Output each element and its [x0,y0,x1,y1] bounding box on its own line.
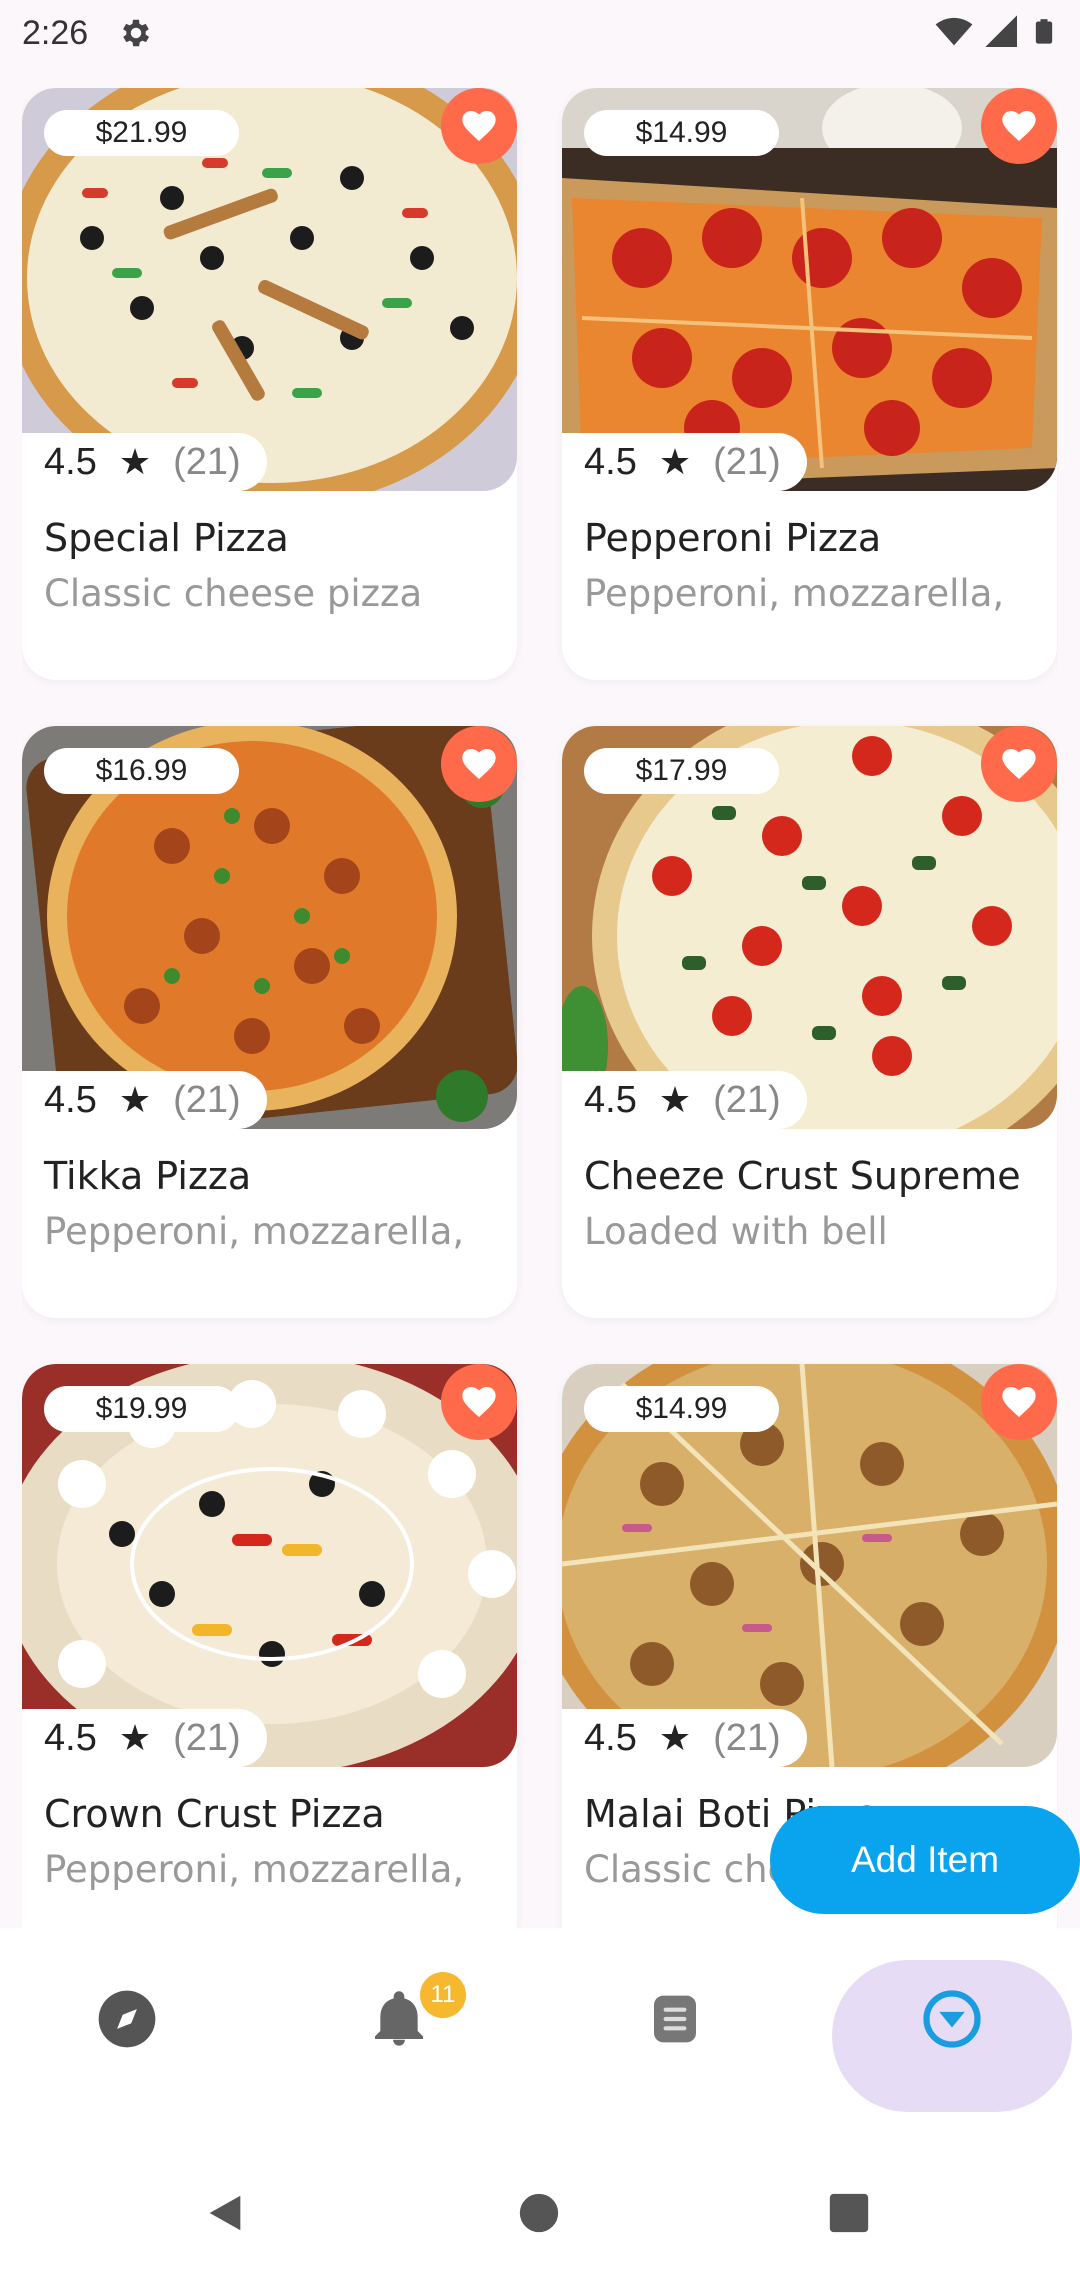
product-description: Classic cheese pizza [44,572,423,615]
back-icon[interactable] [202,2190,248,2236]
system-navigation-bar [0,2150,1080,2280]
product-description: Loaded with bell [584,1210,888,1253]
rating-badge: 4.5 ★ (21) [562,1709,807,1767]
rating-value: 4.5 [44,1078,97,1121]
product-name: Tikka Pizza [44,1154,252,1198]
product-grid: $21.99 4.5 ★ (21) Special Pizza Classic … [22,88,1058,1928]
product-name: Special Pizza [44,516,289,560]
product-description: Pepperoni, mozzarella, [44,1210,465,1253]
add-item-button[interactable]: Add Item [770,1806,1080,1914]
product-card[interactable]: $17.99 4.5 ★ (21) Cheeze Crust Supreme L… [562,726,1057,1318]
price-badge: $21.99 [44,110,239,156]
price-badge: $14.99 [584,1386,779,1432]
nav-menu[interactable] [877,1964,1027,2074]
home-icon[interactable] [516,2190,562,2236]
heart-icon [462,749,496,779]
rating-badge: 4.5 ★ (21) [22,1709,267,1767]
review-count: (21) [713,440,781,483]
rating-badge: 4.5 ★ (21) [22,433,267,491]
recents-icon[interactable] [826,2190,872,2236]
status-time: 2:26 [22,13,89,52]
list-icon [654,1995,696,2043]
status-icons [934,12,1058,52]
star-icon: ★ [118,1717,152,1758]
heart-icon [1002,749,1036,779]
favorite-button[interactable] [981,88,1057,164]
favorite-button[interactable] [981,1364,1057,1440]
price-badge: $14.99 [584,110,779,156]
star-icon: ★ [658,1079,692,1120]
rating-badge: 4.5 ★ (21) [22,1071,267,1129]
review-count: (21) [713,1716,781,1759]
heart-icon [462,111,496,141]
product-description: Pepperoni, mozzarella, [44,1848,465,1891]
review-count: (21) [173,1716,241,1759]
product-name: Crown Crust Pizza [44,1792,385,1836]
price-badge: $17.99 [584,748,779,794]
product-card[interactable]: $21.99 4.5 ★ (21) Special Pizza Classic … [22,88,517,680]
bottom-navigation: 11 [0,1928,1080,2150]
rating-value: 4.5 [584,440,637,483]
product-card[interactable]: $16.99 4.5 ★ (21) Tikka Pizza Pepperoni,… [22,726,517,1318]
rating-badge: 4.5 ★ (21) [562,1071,807,1129]
star-icon: ★ [118,1079,152,1120]
favorite-button[interactable] [441,88,517,164]
rating-value: 4.5 [584,1716,637,1759]
review-count: (21) [173,1078,241,1121]
star-icon: ★ [658,1717,692,1758]
favorite-button[interactable] [981,726,1057,802]
rating-badge: 4.5 ★ (21) [562,433,807,491]
chevron-down-circle-icon [923,1990,981,2048]
price-badge: $16.99 [44,748,239,794]
rating-value: 4.5 [44,1716,97,1759]
price-badge: $19.99 [44,1386,239,1432]
compass-icon [98,1990,156,2048]
product-card[interactable]: $14.99 4.5 ★ (21) Pepperoni Pizza Pepper… [562,88,1057,680]
battery-icon [1035,19,1053,44]
rating-value: 4.5 [584,1078,637,1121]
product-description: Pepperoni, mozzarella, [584,572,1005,615]
product-name: Pepperoni Pizza [584,516,882,560]
favorite-button[interactable] [441,726,517,802]
star-icon: ★ [658,441,692,482]
review-count: (21) [173,440,241,483]
nav-orders[interactable] [600,1964,750,2074]
notification-badge: 11 [420,1972,466,2018]
signal-icon [985,15,1017,48]
status-bar: 2:26 [0,0,1080,66]
product-name: Cheeze Crust Supreme [584,1154,1021,1198]
rating-value: 4.5 [44,440,97,483]
favorite-button[interactable] [441,1364,517,1440]
heart-icon [1002,1387,1036,1417]
heart-icon [1002,111,1036,141]
star-icon: ★ [118,441,152,482]
settings-gear-icon [118,15,154,51]
review-count: (21) [713,1078,781,1121]
heart-icon [462,1387,496,1417]
wifi-icon [935,17,973,46]
nav-explore[interactable] [52,1964,202,2074]
product-card[interactable]: $19.99 4.5 ★ (21) Crown Crust Pizza Pepp… [22,1364,517,1928]
